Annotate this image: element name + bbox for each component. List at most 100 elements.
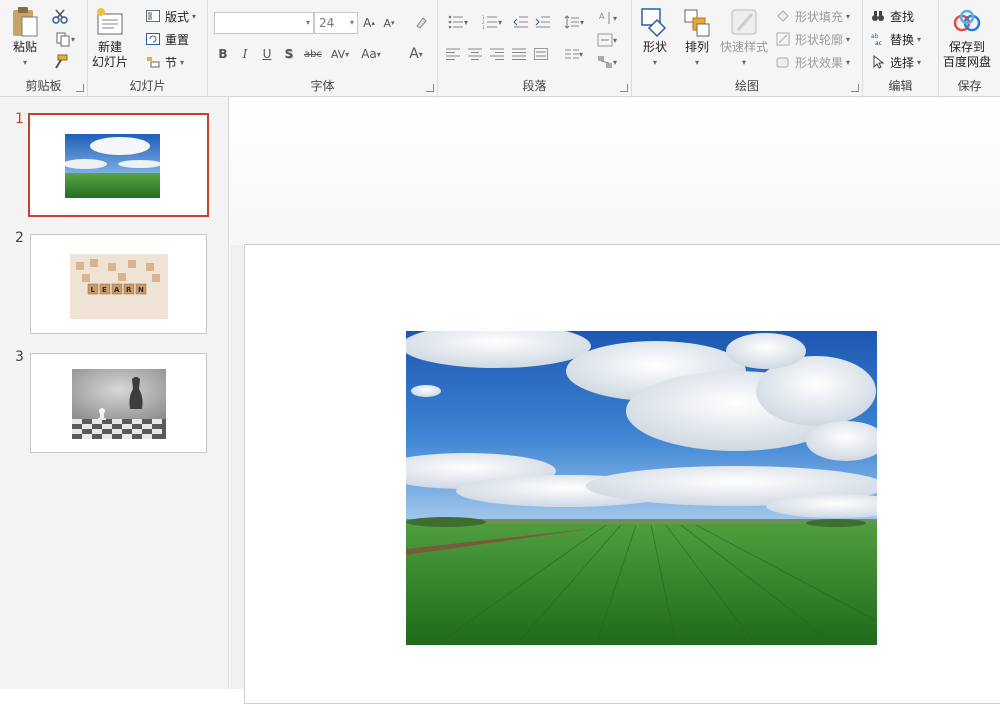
align-text-icon[interactable]: ▾ xyxy=(594,30,620,50)
cut-icon[interactable] xyxy=(50,6,70,26)
font-name-dropdown-icon[interactable]: ▾ xyxy=(306,13,310,33)
slides-group: 新建 幻灯片 版式 ▾ 重置 节 ▾ 幻灯片 xyxy=(88,0,208,97)
shape-fill-button[interactable]: 形状填充 ▾ xyxy=(774,6,850,26)
new-slide-button[interactable]: 新建 幻灯片 xyxy=(92,4,128,70)
drawing-launcher-icon[interactable] xyxy=(851,84,859,92)
slide-number: 3 xyxy=(15,349,24,365)
slide-thumbnail-3[interactable] xyxy=(30,353,207,453)
outline-icon xyxy=(774,30,792,48)
text-direction-icon[interactable]: A ▾ xyxy=(594,8,620,28)
char-spacing-button[interactable]: AV ▾ xyxy=(326,44,354,64)
chess-shadow-thumbnail-image xyxy=(72,369,166,439)
font-size-field[interactable]: 24 ▾ xyxy=(314,12,358,34)
quick-styles-label: 快速样式 xyxy=(720,40,769,54)
learn-blocks-thumbnail-image: LEARN xyxy=(70,254,168,319)
shrink-font-icon[interactable]: A ▾ xyxy=(380,13,398,33)
new-slide-icon xyxy=(93,4,127,40)
reset-label: 重置 xyxy=(165,32,190,47)
shape-outline-button[interactable]: 形状轮廓 ▾ xyxy=(774,29,850,49)
bullets-icon[interactable]: ▾ xyxy=(444,12,472,32)
paste-dropdown-icon[interactable]: ▾ xyxy=(23,55,27,70)
section-button[interactable]: 节 ▾ xyxy=(144,52,184,72)
slide-thumbnail-1[interactable] xyxy=(28,113,209,217)
clipboard-group: 粘贴 ▾ ▾ 剪贴板 xyxy=(0,0,88,97)
replace-icon: ab ac xyxy=(869,30,887,48)
pointer-icon xyxy=(869,53,887,71)
font-color-button[interactable]: A ▾ xyxy=(402,44,430,64)
save-to-baidu-button[interactable]: 保存到 百度网盘 xyxy=(943,4,991,70)
layout-button[interactable]: 版式 ▾ xyxy=(144,6,196,26)
select-button[interactable]: 选择 ▾ xyxy=(869,52,921,72)
underline-button[interactable]: U xyxy=(260,44,274,64)
fill-icon xyxy=(774,7,792,25)
line-spacing-icon[interactable]: ▾ xyxy=(560,12,588,32)
shadow-button[interactable]: S xyxy=(282,44,296,64)
font-launcher-icon[interactable] xyxy=(426,84,434,92)
change-case-label: Aa xyxy=(361,47,377,61)
distributed-icon[interactable] xyxy=(532,44,550,64)
ribbon: 粘贴 ▾ ▾ 剪贴板 新建 幻灯片 版式 ▾ 重置 节 ▾ 幻灯片 ▾ 24 ▾… xyxy=(0,0,1000,97)
shape-effects-button[interactable]: 形状效果 ▾ xyxy=(774,52,850,72)
format-painter-icon[interactable] xyxy=(50,52,70,72)
italic-button[interactable]: I xyxy=(238,44,252,64)
svg-text:A: A xyxy=(114,286,120,294)
change-case-button[interactable]: Aa ▾ xyxy=(356,44,386,64)
slide-thumbnail-2[interactable]: LEARN xyxy=(30,234,207,334)
paragraph-launcher-icon[interactable] xyxy=(620,84,628,92)
shapes-button[interactable]: 形状 ▾ xyxy=(638,4,672,70)
paste-button[interactable]: 粘贴 ▾ xyxy=(8,4,42,70)
save-label-1: 保存到 xyxy=(949,40,986,54)
slide-canvas[interactable] xyxy=(244,244,1000,704)
replace-button[interactable]: ab ac 替换 ▾ xyxy=(869,29,921,49)
font-size-value: 24 xyxy=(319,16,335,30)
align-center-icon[interactable] xyxy=(466,44,484,64)
align-left-icon[interactable] xyxy=(444,44,462,64)
numbering-icon[interactable]: 1 2 3 ▾ xyxy=(478,12,506,32)
font-name-field[interactable]: ▾ xyxy=(214,12,314,34)
select-label: 选择 xyxy=(890,55,915,70)
increase-indent-icon[interactable] xyxy=(534,12,552,32)
replace-label: 替换 xyxy=(890,32,915,47)
svg-text:ab: ab xyxy=(871,33,879,40)
font-color-label: A xyxy=(409,46,419,62)
drawing-group-label: 绘图 xyxy=(734,79,759,93)
paste-icon xyxy=(8,4,42,40)
svg-text:E: E xyxy=(102,286,107,294)
shape-fill-label: 形状填充 xyxy=(795,9,844,24)
strikethrough-button[interactable]: abc xyxy=(302,44,324,64)
find-button[interactable]: 查找 xyxy=(869,6,914,26)
editing-group: 查找 ab ac 替换 ▾ 选择 ▾ 编辑 xyxy=(863,0,939,97)
font-size-dropdown-icon[interactable]: ▾ xyxy=(350,13,354,33)
arrange-button[interactable]: 排列 ▾ xyxy=(680,4,714,70)
columns-icon[interactable]: ▾ xyxy=(560,44,588,64)
sky-field-image[interactable] xyxy=(406,331,877,645)
slides-group-label: 幻灯片 xyxy=(129,79,166,93)
section-label: 节 xyxy=(165,55,178,70)
clipboard-launcher-icon[interactable] xyxy=(76,84,84,92)
save-group: 保存到 百度网盘 保存 xyxy=(939,0,1000,97)
svg-text:R: R xyxy=(126,286,132,294)
copy-icon[interactable]: ▾ xyxy=(50,29,80,49)
layout-label: 版式 xyxy=(165,9,190,24)
clipboard-group-label: 剪贴板 xyxy=(25,79,62,93)
save-label-2: 百度网盘 xyxy=(943,55,992,69)
layout-icon xyxy=(144,7,162,25)
decrease-indent-icon[interactable] xyxy=(512,12,530,32)
quick-styles-icon xyxy=(727,4,761,40)
arrange-label: 排列 xyxy=(684,40,709,54)
grow-font-icon[interactable]: A ▴ xyxy=(360,13,378,33)
smartart-icon[interactable]: ▾ xyxy=(594,52,620,72)
shape-outline-label: 形状轮廓 xyxy=(795,32,844,47)
quick-styles-button[interactable]: 快速样式 ▾ xyxy=(720,4,768,70)
char-spacing-label: AV xyxy=(330,47,346,61)
svg-text:ac: ac xyxy=(875,40,882,46)
paragraph-group-label: 段落 xyxy=(522,79,547,93)
clear-format-icon[interactable] xyxy=(412,13,430,33)
justify-icon[interactable] xyxy=(510,44,528,64)
align-right-icon[interactable] xyxy=(488,44,506,64)
bold-button[interactable]: B xyxy=(216,44,230,64)
editing-group-label: 编辑 xyxy=(888,79,913,93)
reset-button[interactable]: 重置 xyxy=(144,29,189,49)
find-label: 查找 xyxy=(890,9,915,24)
paragraph-group: ▾ 1 2 3 ▾ ▾ A ▾ ▾ ▾ ▾ 段落 xyxy=(438,0,632,97)
